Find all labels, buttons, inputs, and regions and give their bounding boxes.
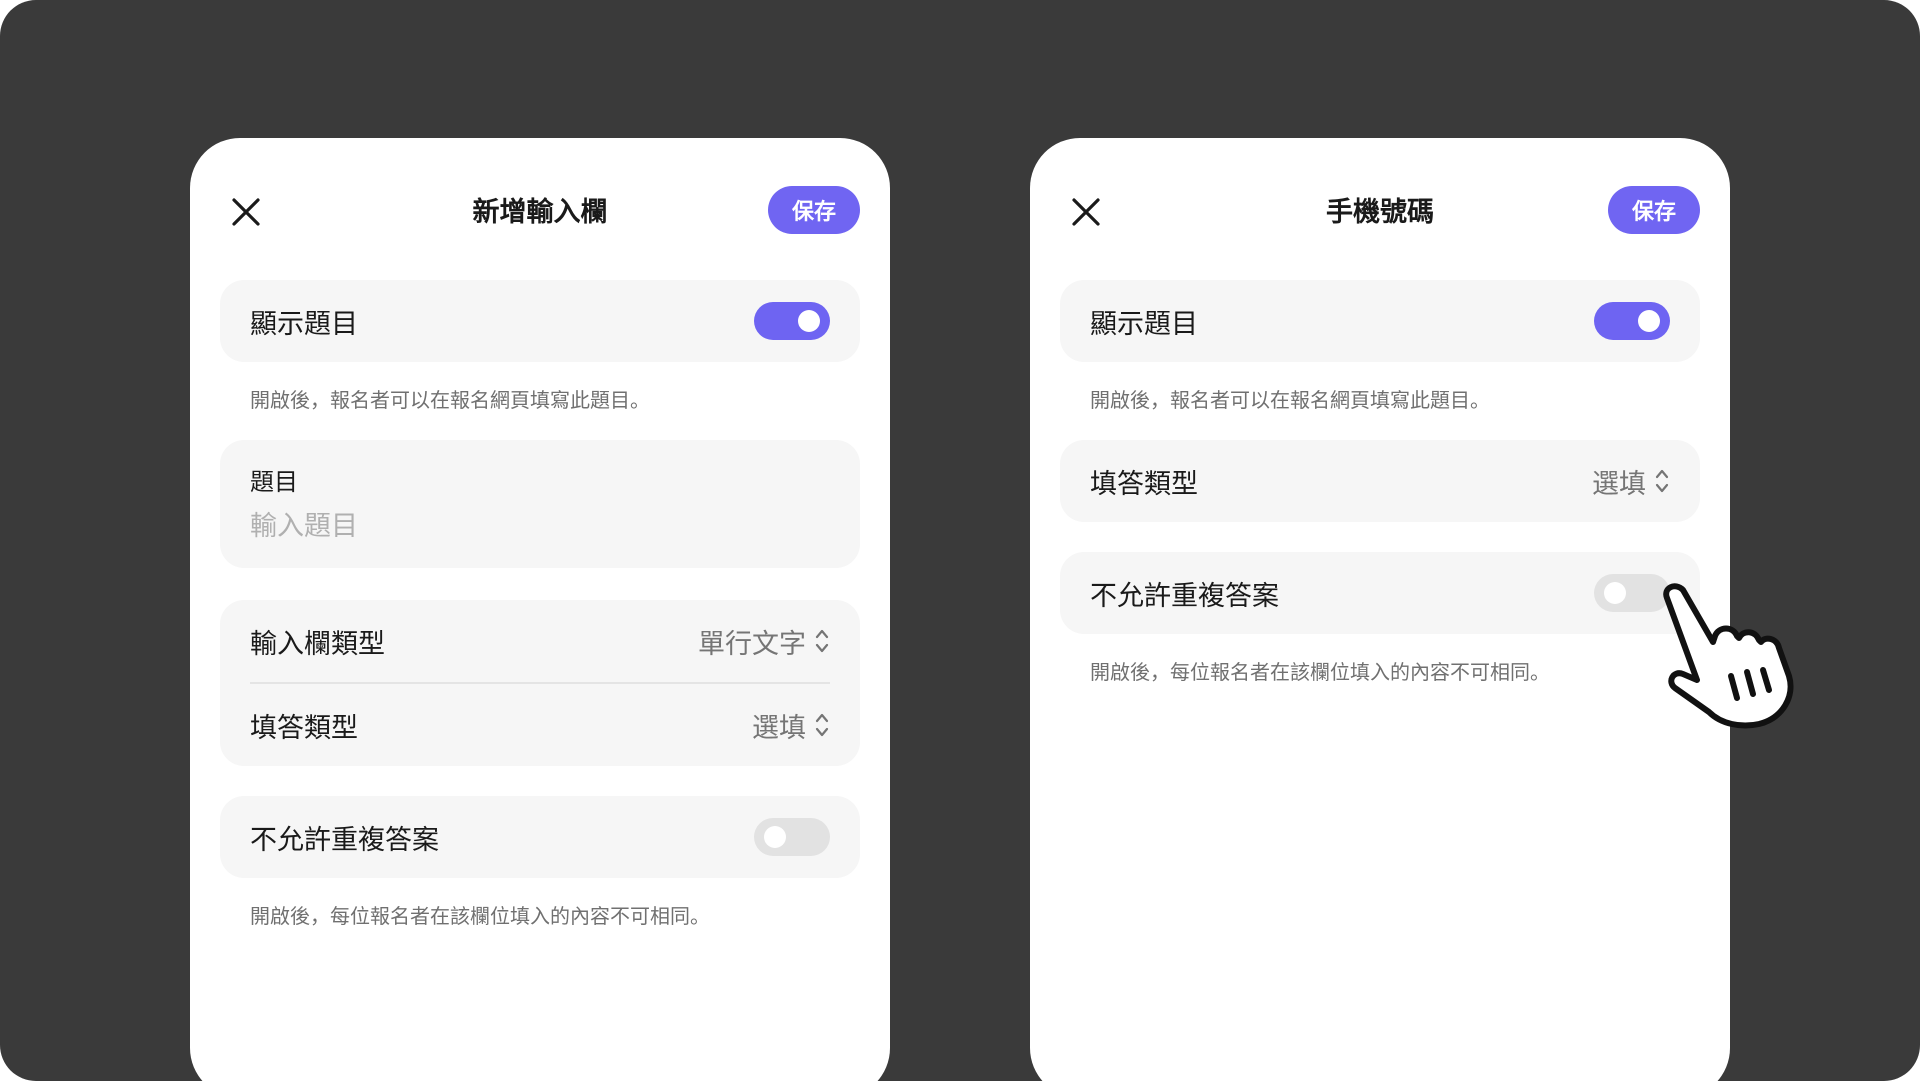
- show-question-hint: 開啟後，報名者可以在報名網頁填寫此題目。: [1090, 388, 1490, 412]
- panel-title: 新增輸入欄: [472, 197, 608, 228]
- no-duplicate-label: 不允許重複答案: [250, 824, 439, 856]
- no-duplicate-hint: 開啟後，每位報名者在該欄位填入的內容不可相同。: [250, 904, 710, 928]
- input-type-label: 輸入欄類型: [250, 628, 385, 660]
- backdrop: 新增輸入欄 保存 顯示題目 開啟後，報名者可以在報名網頁填寫此題目。 題目 輸入…: [0, 0, 1920, 1081]
- show-question-label: 顯示題目: [1090, 308, 1198, 340]
- answer-type-select[interactable]: 選填: [752, 706, 830, 745]
- panel-header: 手機號碼 保存: [1030, 138, 1730, 288]
- answer-type-label: 填答類型: [1090, 468, 1198, 500]
- answer-type-value: 選填: [1592, 468, 1646, 500]
- close-button[interactable]: [1066, 192, 1106, 232]
- question-input[interactable]: [250, 506, 830, 546]
- no-duplicate-hint: 開啟後，每位報名者在該欄位填入的內容不可相同。: [1090, 660, 1550, 684]
- question-card: 題目: [220, 440, 860, 568]
- chevron-updown-icon: [1655, 469, 1669, 493]
- toggle-knob: [1638, 310, 1660, 332]
- input-type-select[interactable]: 單行文字: [698, 622, 830, 661]
- toggle-knob: [764, 826, 786, 848]
- panel-title: 手機號碼: [1326, 197, 1434, 228]
- add-input-field-panel: 新增輸入欄 保存 顯示題目 開啟後，報名者可以在報名網頁填寫此題目。 題目 輸入…: [190, 138, 890, 1081]
- answer-type-select[interactable]: 選填: [1592, 462, 1670, 501]
- show-question-toggle[interactable]: [754, 302, 830, 340]
- answer-type-value: 選填: [752, 712, 806, 744]
- phone-number-panel: 手機號碼 保存 顯示題目 開啟後，報名者可以在報名網頁填寫此題目。 填答類型 選…: [1030, 138, 1730, 1081]
- chevron-updown-icon: [815, 629, 829, 653]
- close-button[interactable]: [226, 192, 266, 232]
- no-duplicate-toggle[interactable]: [754, 818, 830, 856]
- no-duplicate-card: 不允許重複答案: [1060, 552, 1700, 634]
- answer-type-card: 填答類型 選填: [1060, 440, 1700, 522]
- save-button[interactable]: 保存: [768, 186, 860, 234]
- no-duplicate-label: 不允許重複答案: [1090, 580, 1279, 612]
- toggle-knob: [798, 310, 820, 332]
- panel-header: 新增輸入欄 保存: [190, 138, 890, 288]
- show-question-card: 顯示題目: [1060, 280, 1700, 362]
- chevron-updown-icon: [815, 713, 829, 737]
- show-question-toggle[interactable]: [1594, 302, 1670, 340]
- answer-type-label: 填答類型: [250, 712, 358, 744]
- show-question-card: 顯示題目: [220, 280, 860, 362]
- input-type-value: 單行文字: [698, 628, 806, 660]
- close-icon: [232, 198, 260, 226]
- save-button[interactable]: 保存: [1608, 186, 1700, 234]
- toggle-knob: [1604, 582, 1626, 604]
- pointing-hand-cursor-icon: [1663, 583, 1794, 729]
- close-icon: [1072, 198, 1100, 226]
- show-question-hint: 開啟後，報名者可以在報名網頁填寫此題目。: [250, 388, 650, 412]
- type-settings-card: 輸入欄類型 單行文字 填答類型 選填: [220, 600, 860, 766]
- question-label: 題目: [250, 468, 298, 496]
- show-question-label: 顯示題目: [250, 308, 358, 340]
- no-duplicate-card: 不允許重複答案: [220, 796, 860, 878]
